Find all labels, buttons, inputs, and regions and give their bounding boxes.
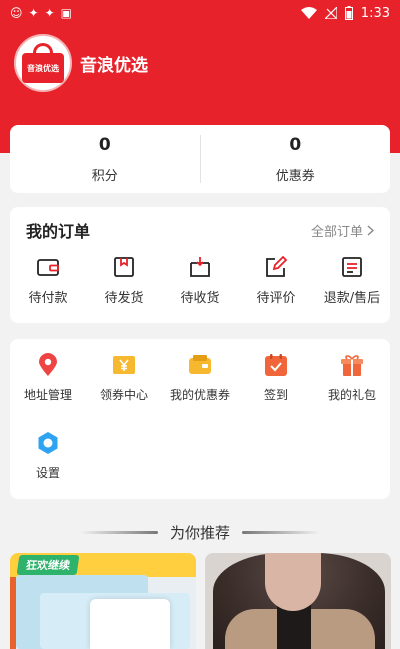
profile: 音浪优选 音浪优选 bbox=[14, 34, 148, 92]
tool-label: 设置 bbox=[35, 466, 60, 480]
tool-sign-in[interactable]: 签到 bbox=[238, 353, 314, 403]
order-pending-shipment[interactable]: 待发货 bbox=[86, 255, 162, 306]
calendar-check-icon bbox=[265, 354, 287, 376]
coupon-count-item[interactable]: 0 优惠券 bbox=[201, 125, 391, 193]
order-label: 待发货 bbox=[104, 291, 144, 306]
box-icon bbox=[114, 257, 134, 277]
order-label: 待付款 bbox=[28, 291, 68, 306]
divider-left bbox=[79, 530, 158, 534]
no-signal-icon bbox=[324, 7, 337, 19]
coupon-yen-icon bbox=[113, 356, 135, 374]
notification-bug-icon: ✦ bbox=[28, 6, 39, 20]
product-card[interactable]: 狂欢继续 bbox=[10, 553, 196, 649]
status-time: 1:33 bbox=[360, 5, 390, 21]
wallet-icon bbox=[37, 259, 59, 276]
orders-card: 我的订单 全部订单 待付款 待发货 待收货 待评价 退款/售后 bbox=[10, 207, 390, 323]
order-refund-aftersale[interactable]: 退款/售后 bbox=[314, 255, 390, 306]
tool-label: 地址管理 bbox=[23, 388, 72, 402]
tool-label: 签到 bbox=[263, 388, 288, 402]
status-bar: ☺ ✦ ✦ ▣ 1:33 bbox=[0, 0, 400, 26]
edit-icon bbox=[266, 255, 288, 277]
tool-label: 我的礼包 bbox=[327, 388, 376, 402]
orders-title: 我的订单 bbox=[26, 222, 91, 241]
logo-text: 音浪优选 bbox=[27, 63, 59, 73]
tool-my-coupons[interactable]: 我的优惠券 bbox=[162, 353, 238, 403]
points-value: 0 bbox=[98, 134, 111, 155]
tools-card: 地址管理 领券中心 我的优惠券 签到 我的礼包 设置 bbox=[10, 339, 390, 499]
all-orders-label: 全部订单 bbox=[310, 224, 363, 240]
coupon-count-value: 0 bbox=[289, 134, 302, 155]
notification-cat-icon: ☺ bbox=[10, 6, 23, 20]
points-item[interactable]: 0 积分 bbox=[10, 125, 200, 193]
refund-list-icon bbox=[342, 257, 362, 277]
divider-right bbox=[242, 530, 320, 534]
gear-icon bbox=[38, 432, 58, 454]
tool-label: 领券中心 bbox=[99, 388, 148, 402]
points-card: 0 积分 0 优惠券 bbox=[10, 125, 390, 193]
location-pin-icon bbox=[39, 353, 57, 376]
coupon-count-label: 优惠券 bbox=[275, 168, 315, 184]
tool-my-gift[interactable]: 我的礼包 bbox=[314, 353, 390, 403]
tool-coupon-center[interactable]: 领券中心 bbox=[86, 353, 162, 403]
notification-bug-icon-2: ✦ bbox=[44, 6, 55, 20]
product-promo-tag: 狂欢继续 bbox=[16, 555, 80, 575]
shop-name: 音浪优选 bbox=[80, 55, 148, 76]
order-pending-payment[interactable]: 待付款 bbox=[10, 255, 86, 306]
product-card[interactable] bbox=[205, 553, 391, 649]
recommend-header: 为你推荐 bbox=[0, 520, 400, 544]
tool-settings[interactable]: 设置 bbox=[10, 431, 86, 481]
tool-label: 我的优惠券 bbox=[169, 388, 230, 402]
avatar[interactable]: 音浪优选 bbox=[14, 34, 72, 92]
order-label: 待评价 bbox=[256, 291, 296, 306]
order-pending-review[interactable]: 待评价 bbox=[238, 255, 314, 306]
wallet-coupon-icon bbox=[189, 355, 211, 374]
order-label: 退款/售后 bbox=[323, 291, 381, 306]
battery-icon bbox=[344, 6, 353, 20]
wifi-icon bbox=[300, 7, 317, 19]
points-label: 积分 bbox=[91, 168, 118, 184]
chevron-right-icon bbox=[367, 224, 374, 236]
tool-address[interactable]: 地址管理 bbox=[10, 353, 86, 403]
all-orders-link[interactable]: 全部订单 bbox=[311, 221, 374, 240]
order-label: 待收货 bbox=[180, 291, 220, 306]
shop-logo: 音浪优选 bbox=[22, 43, 64, 83]
order-pending-receipt[interactable]: 待收货 bbox=[162, 255, 238, 306]
notification-a-icon: ▣ bbox=[60, 6, 72, 20]
gift-icon bbox=[341, 355, 363, 376]
recommend-title: 为你推荐 bbox=[169, 523, 230, 542]
receive-box-icon bbox=[190, 257, 210, 277]
